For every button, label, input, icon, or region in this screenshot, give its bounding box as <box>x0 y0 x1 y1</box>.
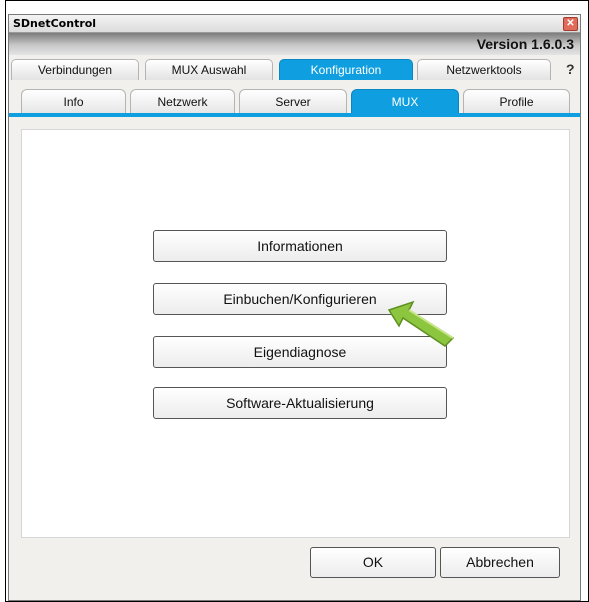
tab-konfiguration[interactable]: Konfiguration <box>279 59 413 80</box>
tab-netzwerk[interactable]: Netzwerk <box>130 89 235 113</box>
version-bar: Version 1.6.0.3 <box>9 33 580 55</box>
tab-mux[interactable]: MUX <box>351 89 459 113</box>
help-icon[interactable]: ? <box>566 61 575 77</box>
tab-underline <box>9 113 580 117</box>
window-title: SDnetControl <box>13 17 97 30</box>
cancel-button[interactable]: Abbrechen <box>440 547 560 578</box>
ok-button[interactable]: OK <box>310 547 436 578</box>
tab-info[interactable]: Info <box>21 89 126 113</box>
close-icon[interactable]: ✕ <box>563 17 578 31</box>
title-bar: SDnetControl ✕ <box>9 15 580 33</box>
tab-netzwerktools[interactable]: Netzwerktools <box>417 59 551 80</box>
tab-profile[interactable]: Profile <box>463 89 570 113</box>
main-tabs: Verbindungen MUX Auswahl Konfiguration N… <box>9 59 580 81</box>
informationen-button[interactable]: Informationen <box>153 230 447 262</box>
tab-mux-auswahl[interactable]: MUX Auswahl <box>145 59 273 80</box>
tab-server[interactable]: Server <box>239 89 347 113</box>
left-margin <box>0 0 6 602</box>
app-window: SDnetControl ✕ Version 1.6.0.3 Verbindun… <box>8 14 581 601</box>
tab-verbindungen[interactable]: Verbindungen <box>11 59 139 80</box>
version-label: Version 1.6.0.3 <box>476 36 574 52</box>
content-panel <box>21 129 570 538</box>
software-aktualisierung-button[interactable]: Software-Aktualisierung <box>153 387 447 419</box>
pointer-arrow-icon <box>387 300 455 347</box>
